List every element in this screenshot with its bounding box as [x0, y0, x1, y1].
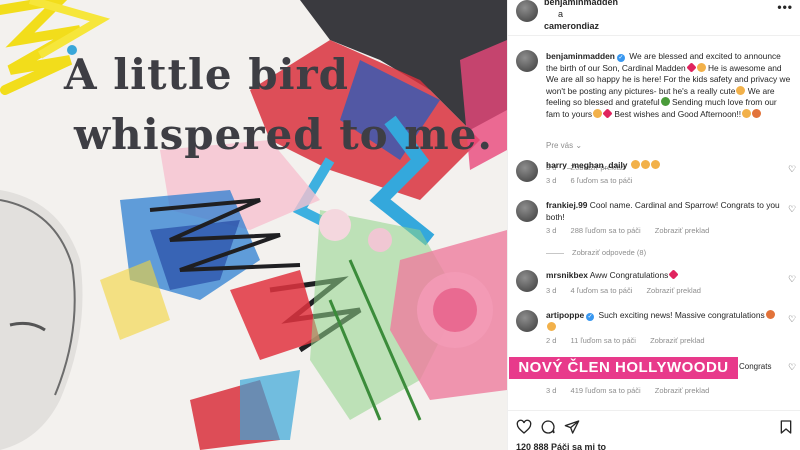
- comment-translate-link[interactable]: Zobraziť preklad: [650, 336, 705, 345]
- comment-body: mrsnikbex Aww Congratulations: [546, 269, 781, 282]
- view-replies-link[interactable]: Zobraziť odpovede (8): [546, 248, 646, 257]
- comment-like-heart-icon[interactable]: ♡: [787, 362, 797, 372]
- comment-like-heart-icon[interactable]: ♡: [787, 314, 797, 324]
- comment-meta: 3 d 4 ľuďom sa to páči Zobraziť preklad: [546, 286, 713, 295]
- comment-translate-link[interactable]: Zobraziť preklad: [655, 226, 710, 235]
- artwork-title-line2: whispered to me.: [74, 110, 494, 159]
- comment-meta: 2 d 11 ľuďom sa to páči Zobraziť preklad: [546, 336, 717, 345]
- comment-age: 3 d: [546, 226, 557, 235]
- comment-avatar[interactable]: [516, 270, 538, 292]
- comment-translate-link[interactable]: Zobraziť preklad: [646, 286, 701, 295]
- covered-comment-text: Congrats: [739, 362, 772, 371]
- artwork-title: A little bird whispered to me.: [64, 44, 493, 164]
- comment-like-heart-icon[interactable]: ♡: [787, 204, 797, 214]
- heart-eyes-icon: [630, 160, 640, 169]
- sparkles-icon: [547, 321, 556, 331]
- praying-hands-icon-2: [593, 108, 603, 118]
- comment-avatar[interactable]: [516, 160, 538, 182]
- comment-meta: 3 d 288 ľuďom sa to páči Zobraziť prekla…: [546, 226, 721, 235]
- praying-hands-icon: [696, 62, 706, 72]
- lightning-icon: [752, 108, 762, 118]
- comment-username[interactable]: harry_meghan_daily: [546, 160, 627, 170]
- verified-badge-icon: ✓: [616, 54, 625, 62]
- comment-username[interactable]: mrsnikbex: [546, 270, 588, 280]
- comment-meta: 3 d 6 ľuďom sa to páči: [546, 176, 644, 185]
- smile-icon: [736, 85, 746, 95]
- comment-age: 2 d: [546, 336, 557, 345]
- comment-text: Aww Congratulations: [589, 270, 669, 280]
- comment-username[interactable]: frankiej.99: [546, 200, 587, 210]
- post-action-bar: 120 888 Páči sa mi to: [508, 410, 800, 450]
- collab-joiner: a: [558, 9, 564, 19]
- like-heart-icon[interactable]: [516, 419, 532, 435]
- comment-avatar[interactable]: [516, 310, 538, 332]
- author-avatar[interactable]: [516, 0, 538, 22]
- comment-body: frankiej.99 Cool name. Cardinal and Spar…: [546, 200, 781, 223]
- share-send-icon[interactable]: [564, 419, 580, 435]
- caption-text-part5: Best wishes and Good Afternoon!!: [614, 108, 742, 119]
- caption-avatar[interactable]: [516, 50, 538, 72]
- caption-text: benjaminmadden ✓ We are blessed and excit…: [546, 51, 791, 120]
- comment-avatar[interactable]: [516, 200, 538, 222]
- comment-username[interactable]: artipoppe: [546, 310, 584, 320]
- comment-like-heart-icon[interactable]: ♡: [787, 164, 797, 174]
- collab-username[interactable]: camerondiaz: [544, 20, 618, 32]
- comment-age: 3 d: [546, 286, 557, 295]
- more-horizontal-icon[interactable]: •••: [777, 0, 793, 14]
- post-header: benjaminmadden a camerondiaz •••: [508, 0, 800, 36]
- comment-like-heart-icon[interactable]: ♡: [787, 274, 797, 284]
- comment-translate-link[interactable]: Zobraziť preklad: [655, 386, 710, 395]
- orange-heart-icon: [765, 310, 775, 319]
- post-image[interactable]: A little bird whispered to me.: [0, 0, 507, 450]
- author-names: benjaminmadden a camerondiaz: [544, 0, 618, 32]
- comment-bubble-icon[interactable]: [540, 419, 556, 435]
- red-heart-icon: [686, 61, 697, 73]
- comments-panel: benjaminmadden a camerondiaz ••• benjami…: [507, 0, 800, 450]
- raised-hands-icon: [742, 108, 752, 118]
- artwork-title-line1: A little bird: [64, 50, 350, 99]
- author-username[interactable]: benjaminmadden: [544, 0, 618, 8]
- heart-eyes-icon: [650, 160, 660, 169]
- comment-likes[interactable]: 4 ľuďom sa to páči: [571, 286, 633, 295]
- comment-body: harry_meghan_daily: [546, 160, 781, 172]
- comment-likes[interactable]: 288 ľuďom sa to páči: [571, 226, 641, 235]
- comment-age: 3 d: [546, 386, 557, 395]
- comment-meta: 3 d 419 ľuďom sa to páči Zobraziť prekla…: [546, 386, 721, 395]
- red-heart-icon: [668, 269, 679, 280]
- save-bookmark-icon[interactable]: [778, 419, 794, 435]
- comment-body: artipoppe ✓ Such exciting news! Massive c…: [546, 310, 781, 333]
- verified-badge-icon: ✓: [586, 313, 595, 321]
- comment-likes[interactable]: 419 ľuďom sa to páči: [571, 386, 641, 395]
- comment-text: Such exciting news! Massive congratulati…: [598, 310, 765, 320]
- news-banner-overlay: NOVÝ ČLEN HOLLYWOODU: [509, 357, 738, 379]
- comment-age: 3 d: [546, 176, 557, 185]
- post-like-count[interactable]: 120 888 Páči sa mi to: [516, 442, 606, 450]
- comment-likes[interactable]: 6 ľuďom sa to páči: [571, 176, 633, 185]
- comment-filter-dropdown[interactable]: Pre vás ⌄: [546, 141, 582, 150]
- red-heart-icon-2: [602, 107, 613, 119]
- caption-username[interactable]: benjaminmadden: [546, 51, 615, 61]
- globe-icon: [660, 97, 670, 106]
- comment-likes[interactable]: 11 ľuďom sa to páči: [571, 336, 636, 345]
- heart-eyes-icon: [640, 160, 650, 169]
